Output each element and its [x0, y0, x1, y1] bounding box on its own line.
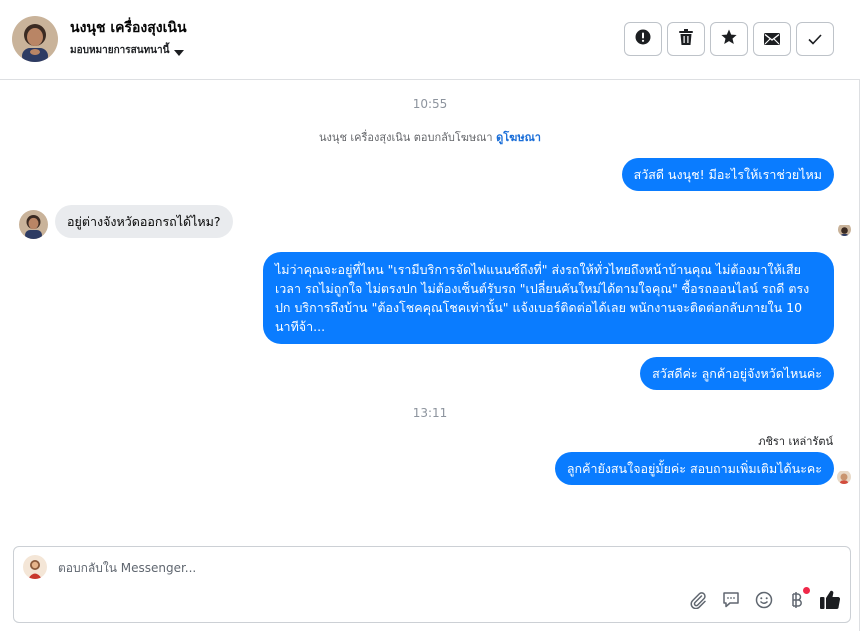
exclamation-circle-icon [635, 29, 651, 49]
caret-down-icon [174, 41, 185, 60]
timestamp: 13:11 [412, 406, 448, 420]
outgoing-message: สวัสดี นงนุช! มีอะไรให้เราช่วยไหม [621, 158, 834, 191]
saved-replies-icon [722, 591, 740, 613]
star-icon [721, 29, 737, 49]
header-actions [624, 22, 834, 56]
conversation-header: นงนุช เครื่องสุงเนิน มอบหมายการสนทนานี้ [0, 0, 860, 80]
message-composer [13, 546, 851, 623]
contact-avatar[interactable] [12, 16, 58, 62]
ad-reply-text: นงนุช เครื่องสุงเนิน ตอบกลับโฆษณา [319, 131, 493, 144]
report-button[interactable] [624, 22, 662, 56]
assign-label: มอบหมายการสนทนานี้ [70, 45, 170, 56]
saved-replies-button[interactable] [720, 591, 741, 612]
emoji-icon [755, 591, 773, 613]
thumbs-up-icon [819, 590, 840, 613]
sender-name: ภชิรา เหล่ารัตน์ [758, 435, 833, 448]
seen-receipt-avatar [838, 223, 851, 236]
outgoing-message: สวัสดีค่ะ ลูกค้าอยู่จังหวัดไหนค่ะ [640, 357, 834, 390]
reply-input[interactable] [58, 561, 658, 575]
attach-button[interactable] [687, 591, 708, 612]
trash-icon [679, 29, 693, 49]
checkmark-icon [808, 30, 822, 49]
mark-unread-button[interactable] [753, 22, 791, 56]
contact-name[interactable]: นงนุช เครื่องสุงเนิน [70, 17, 187, 39]
delete-button[interactable] [667, 22, 705, 56]
paperclip-icon [689, 591, 707, 613]
star-button[interactable] [710, 22, 748, 56]
timestamp: 10:55 [412, 97, 448, 111]
notification-dot [803, 587, 810, 594]
outgoing-message: ลูกค้ายังสนใจอยู่มั้ยค่ะ สอบถามเพิ่มเติม… [554, 452, 834, 485]
mark-done-button[interactable] [796, 22, 834, 56]
ad-reply-context: นงนุช เครื่องสุงเนิน ตอบกลับโฆษณา ดูโฆษณ… [0, 128, 860, 146]
envelope-icon [764, 30, 780, 49]
incoming-message: อยู่ต่างจังหวัดออกรถได้ไหม? [55, 205, 233, 238]
composer-toolbar [687, 587, 840, 613]
view-ad-link[interactable]: ดูโฆษณา [496, 131, 541, 144]
agent-avatar [837, 470, 851, 484]
outgoing-message: ไม่ว่าคุณจะอยู่ที่ไหน "เรามีบริการจัดไฟแ… [263, 252, 834, 344]
emoji-button[interactable] [753, 591, 774, 612]
assign-conversation-dropdown[interactable]: มอบหมายการสนทนานี้ [70, 41, 185, 60]
page-avatar [23, 555, 47, 579]
payment-button[interactable] [786, 587, 810, 613]
contact-avatar-small [19, 210, 48, 239]
baht-payment-icon [790, 591, 804, 613]
like-button[interactable] [819, 590, 840, 613]
